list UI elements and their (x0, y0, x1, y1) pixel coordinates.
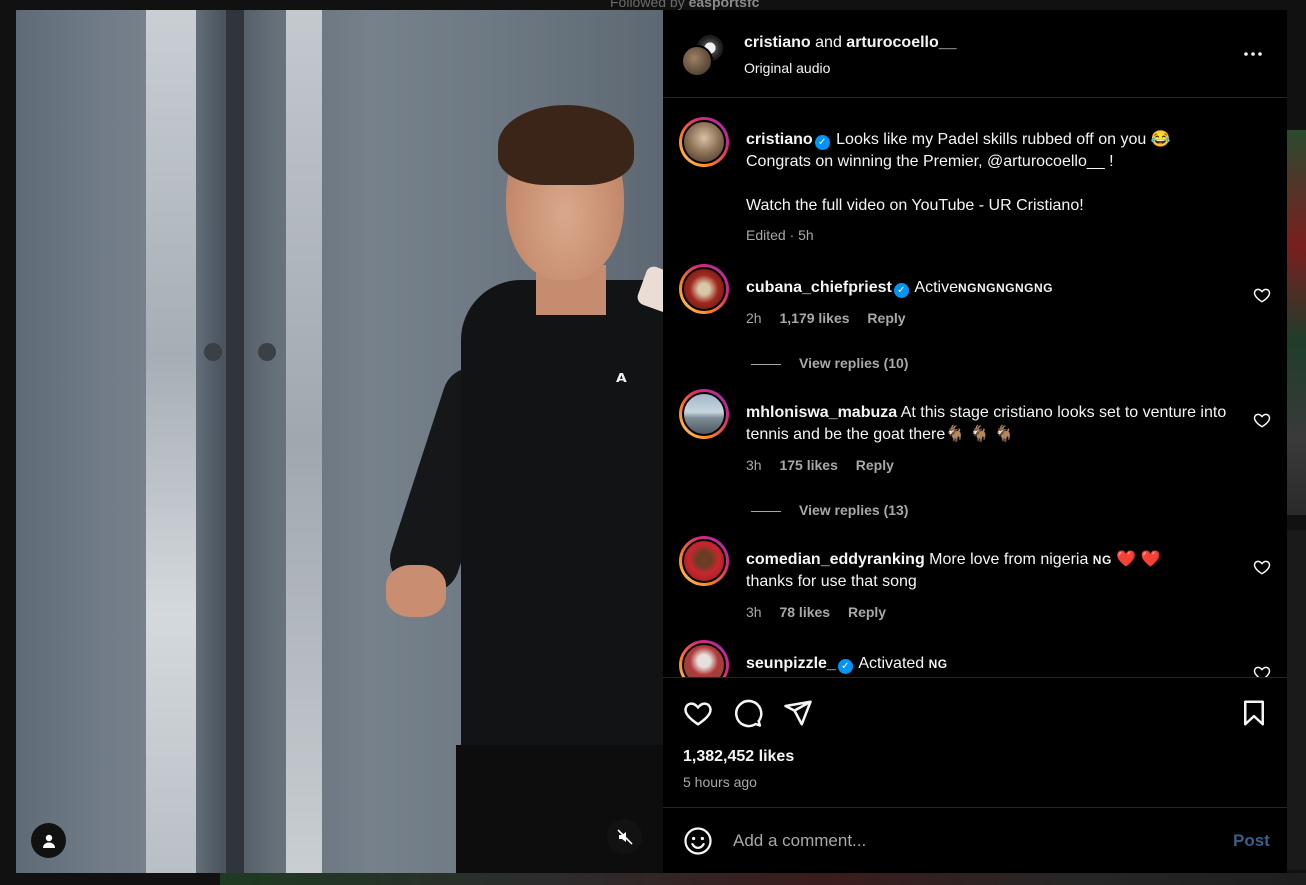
author-link[interactable]: cristiano (744, 34, 811, 51)
more-options-button[interactable] (1241, 42, 1265, 66)
comment-text: More love from nigeria (929, 551, 1089, 568)
comment-time: 3h (746, 457, 762, 473)
comment-username[interactable]: comedian_eddyranking (746, 551, 925, 568)
comments-list[interactable]: cristiano ✓ Looks like my Padel skills ru… (663, 99, 1287, 677)
caption-text: Congrats on winning the Premier, @arturo… (746, 153, 1114, 170)
divider-line (751, 363, 781, 365)
post-actions: 1,382,452 likes 5 hours ago (663, 677, 1287, 807)
comment-text: Active (914, 279, 958, 296)
reply-button[interactable]: Reply (867, 310, 905, 326)
caption-text: Watch the full video on YouTube - UR Cri… (746, 197, 1084, 214)
avatar[interactable] (679, 536, 729, 586)
flag-emoji: NG (928, 657, 948, 671)
more-horizontal-icon (1244, 52, 1262, 56)
comment-username[interactable]: cristiano (746, 131, 813, 148)
avatar[interactable] (679, 389, 729, 439)
post-panel: cristiano and arturocoello__ Original au… (663, 10, 1287, 873)
comment-likes[interactable]: 1,179 likes (779, 310, 849, 326)
post-header: cristiano and arturocoello__ Original au… (663, 10, 1287, 98)
heart-icon[interactable] (1253, 411, 1271, 429)
background-grid-thumbnail (1287, 130, 1306, 515)
comment-text: thanks for use that song (746, 573, 917, 590)
reply-button[interactable]: Reply (848, 604, 886, 620)
followed-by-text: Followed by easportsfc (610, 0, 760, 10)
add-comment-bar: Post (663, 807, 1287, 873)
comment-time: 3h (746, 604, 762, 620)
background-grid-thumbnail (220, 873, 1306, 885)
avatar[interactable] (679, 117, 729, 167)
heart-emojis: ❤️ ❤️ (1116, 551, 1161, 568)
heart-icon[interactable] (1253, 558, 1271, 576)
comment-username[interactable]: seunpizzle_ (746, 655, 836, 672)
heart-icon[interactable] (1253, 286, 1271, 304)
post-button[interactable]: Post (1233, 831, 1270, 851)
verified-badge-icon: ✓ (893, 283, 909, 298)
emoji-icon[interactable] (683, 826, 713, 856)
comment-bubble-icon[interactable] (733, 698, 763, 728)
door-knob (258, 343, 276, 361)
share-send-icon[interactable] (783, 698, 813, 728)
like-count[interactable]: 1,382,452 likes (683, 748, 794, 766)
comment-time: 2h (746, 310, 762, 326)
video-subject: ᴬ (382, 105, 663, 873)
verified-badge-icon: ✓ (814, 135, 830, 150)
comment-input[interactable] (733, 826, 1203, 856)
user-icon (42, 834, 55, 848)
avatar[interactable] (679, 264, 729, 314)
door-knob (204, 343, 222, 361)
caption-text: Looks like my Padel skills rubbed off on… (836, 131, 1171, 148)
avatar (681, 45, 713, 77)
bookmark-icon[interactable] (1239, 698, 1269, 728)
divider-line (751, 510, 781, 512)
flag-emojis: NGNGNGNGNG (957, 281, 1053, 295)
background-grid-thumbnail (1287, 530, 1306, 870)
heart-icon[interactable] (1253, 664, 1271, 677)
like-heart-icon[interactable] (683, 698, 713, 728)
mute-button[interactable] (607, 819, 642, 854)
speaker-muted-icon (616, 828, 633, 845)
post-time: 5 hours ago (683, 774, 757, 790)
reel-video[interactable]: ᴬ (16, 10, 663, 873)
view-replies-button[interactable]: View replies (10) (751, 355, 908, 371)
comment-likes[interactable]: 175 likes (779, 457, 837, 473)
reply-button[interactable]: Reply (856, 457, 894, 473)
caption-meta: Edited · 5h (746, 227, 814, 243)
background-pillar (286, 10, 322, 873)
author-link[interactable]: arturocoello__ (846, 34, 956, 51)
post-authors: cristiano and arturocoello__ (744, 34, 957, 51)
comment-text: Activated (858, 655, 925, 672)
shirt-logo: ᴬ (616, 370, 627, 395)
audio-link[interactable]: Original audio (744, 60, 830, 76)
view-replies-button[interactable]: View replies (13) (751, 502, 908, 518)
background-pillar (226, 10, 244, 873)
flag-emoji: NG (1092, 553, 1112, 567)
verified-badge-icon: ✓ (837, 659, 853, 674)
comment-username[interactable]: mhloniswa_mabuza (746, 404, 897, 421)
comment-likes[interactable]: 78 likes (779, 604, 830, 620)
background-pillar (146, 10, 196, 873)
avatar[interactable] (679, 640, 729, 677)
comment-username[interactable]: cubana_chiefpriest (746, 279, 892, 296)
tagged-users-button[interactable] (31, 823, 66, 858)
collab-avatars[interactable] (681, 33, 725, 77)
